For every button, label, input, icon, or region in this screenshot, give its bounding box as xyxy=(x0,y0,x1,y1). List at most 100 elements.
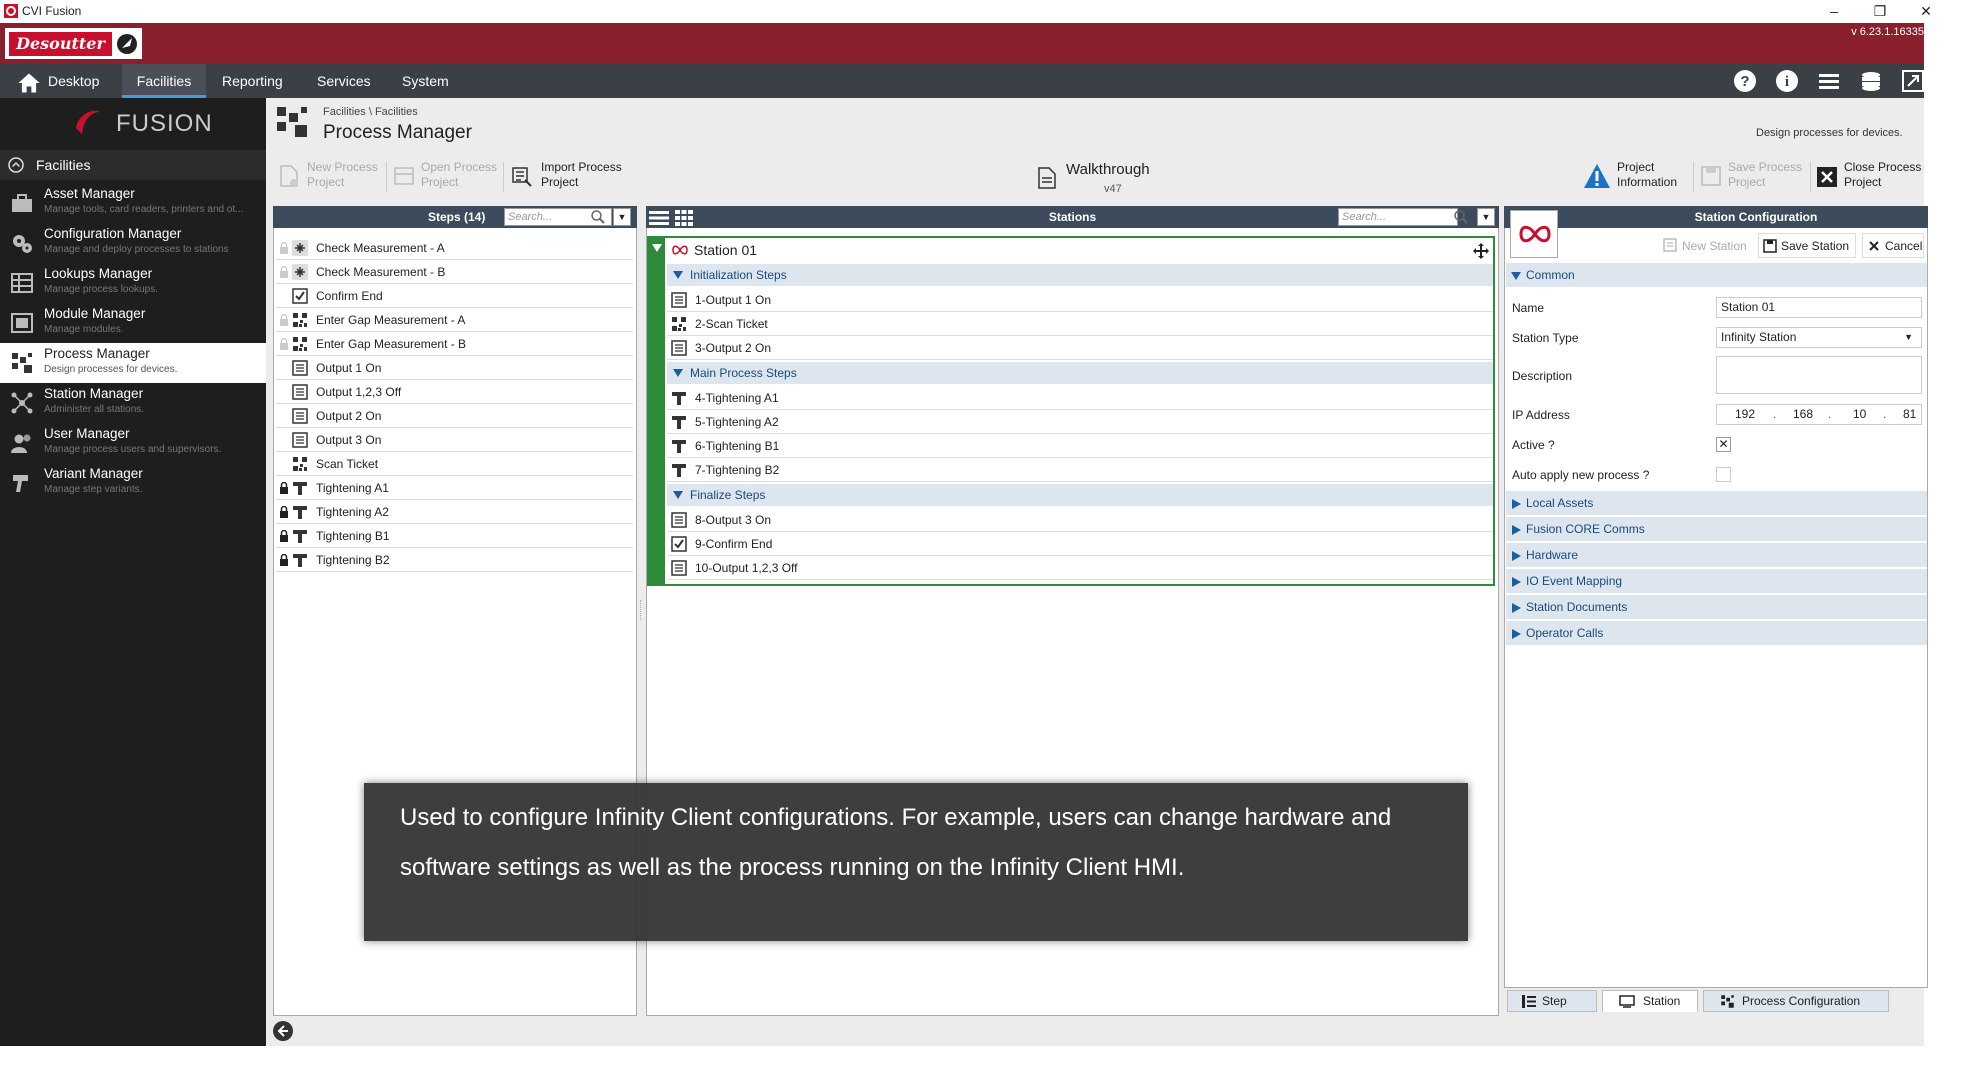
step-list-item[interactable]: Output 2 On xyxy=(276,404,633,428)
station-step-item[interactable]: 6-Tightening B1 xyxy=(667,434,1493,458)
description-field[interactable] xyxy=(1716,356,1922,394)
back-icon[interactable] xyxy=(272,1020,294,1042)
open-process-project-button[interactable]: Open Process Project xyxy=(421,160,501,190)
database-icon[interactable] xyxy=(1858,68,1884,94)
step-group-header[interactable]: Initialization Steps xyxy=(667,264,1493,286)
step-list-item[interactable]: Output 1,2,3 Off xyxy=(276,380,633,404)
close-icon xyxy=(1869,241,1879,251)
splitter-handle[interactable] xyxy=(640,600,643,620)
save-process-project-button[interactable]: Save Process Project xyxy=(1728,160,1808,190)
restore-button[interactable]: ❐ xyxy=(1858,1,1902,21)
nav-reporting[interactable]: Reporting xyxy=(222,64,292,98)
nav-services[interactable]: Services xyxy=(317,64,377,98)
station-step-item[interactable]: 4-Tightening A1 xyxy=(667,386,1493,410)
step-group-header[interactable]: Finalize Steps xyxy=(667,484,1493,506)
project-information-button[interactable]: Project Information xyxy=(1617,160,1687,190)
step-label: Enter Gap Measurement - A xyxy=(316,313,466,327)
sidebar-item-module-manager[interactable]: Module Manager Manage modules. xyxy=(0,303,266,343)
station-step-item[interactable]: 3-Output 2 On xyxy=(667,336,1493,360)
lock-icon xyxy=(280,266,288,278)
nav-facilities[interactable]: Facilities xyxy=(122,64,206,98)
lock-icon xyxy=(280,482,288,494)
step-label: Confirm End xyxy=(316,289,383,303)
fullscreen-icon[interactable] xyxy=(1900,68,1926,94)
move-icon[interactable] xyxy=(1472,242,1490,260)
step-list-item[interactable]: Tightening B1 xyxy=(276,524,633,548)
station-step-item[interactable]: 1-Output 1 On xyxy=(667,288,1493,312)
nav-system[interactable]: System xyxy=(402,64,462,98)
sidebar-section-facilities[interactable]: Facilities xyxy=(0,150,266,180)
name-field[interactable]: Station 01 xyxy=(1716,297,1922,318)
station-type-select[interactable]: Infinity Station ▼ xyxy=(1716,327,1922,348)
section-fusion-core-comms[interactable]: Fusion CORE Comms xyxy=(1506,517,1927,542)
cancel-button[interactable]: Cancel xyxy=(1862,233,1924,258)
active-checkbox[interactable]: ✕ xyxy=(1716,437,1731,452)
project-version: v47 xyxy=(1104,183,1122,195)
ip-address-field[interactable]: 192 . 168 . 10 . 81 xyxy=(1716,404,1922,425)
info-icon[interactable]: i xyxy=(1774,68,1800,94)
station-step-item[interactable]: 9-Confirm End xyxy=(667,532,1493,556)
step-list-item[interactable]: Check Measurement - B xyxy=(276,260,633,284)
step-group-header[interactable]: Main Process Steps xyxy=(667,362,1493,384)
steps-filter-dropdown[interactable]: ▼ xyxy=(613,208,631,226)
menu-icon[interactable] xyxy=(1816,68,1842,94)
briefcase-icon xyxy=(12,194,32,212)
warning-icon[interactable] xyxy=(1582,162,1612,190)
import-process-project-button[interactable]: Import Process Project xyxy=(541,160,631,190)
sidebar-item-variant-manager[interactable]: Variant Manager Manage step variants. xyxy=(0,463,266,503)
section-common[interactable]: Common xyxy=(1506,263,1927,288)
section-io-event-mapping[interactable]: IO Event Mapping xyxy=(1506,569,1927,594)
step-list-item[interactable]: Enter Gap Measurement - B xyxy=(276,332,633,356)
minimize-button[interactable]: – xyxy=(1812,1,1856,21)
section-station-documents[interactable]: Station Documents xyxy=(1506,595,1927,620)
station-step-item[interactable]: 10-Output 1,2,3 Off xyxy=(667,556,1493,580)
sidebar-item-configuration-manager[interactable]: Configuration Manager Manage and deploy … xyxy=(0,223,266,263)
step-list-item[interactable]: Output 3 On xyxy=(276,428,633,452)
tab-process-configuration[interactable]: Process Configuration xyxy=(1703,990,1889,1012)
station-step-item[interactable]: 5-Tightening A2 xyxy=(667,410,1493,434)
step-list-item[interactable]: Tightening B2 xyxy=(276,548,633,572)
sidebar-item-asset-manager[interactable]: Asset Manager Manage tools, card readers… xyxy=(0,183,266,223)
new-station-icon xyxy=(1663,238,1677,252)
stations-filter-dropdown[interactable]: ▼ xyxy=(1477,208,1495,226)
search-icon[interactable] xyxy=(590,209,606,225)
step-list-item[interactable]: Enter Gap Measurement - A xyxy=(276,308,633,332)
sidebar-item-process-manager[interactable]: Process Manager Design processes for dev… xyxy=(0,343,266,383)
save-station-button[interactable]: Save Station xyxy=(1758,233,1856,258)
station-step-item[interactable]: 7-Tightening B2 xyxy=(667,458,1493,482)
help-icon[interactable]: ? xyxy=(1732,68,1758,94)
tab-station[interactable]: Station xyxy=(1602,990,1698,1012)
process-manager-icon xyxy=(277,107,307,137)
grid-view-icon[interactable] xyxy=(675,210,693,226)
station-step-label: 2-Scan Ticket xyxy=(695,317,768,331)
sidebar-item-lookups-manager[interactable]: Lookups Manager Manage process lookups. xyxy=(0,263,266,303)
output-icon xyxy=(671,512,687,528)
tab-step[interactable]: Step xyxy=(1507,990,1597,1012)
close-window-button[interactable]: ✕ xyxy=(1904,1,1948,21)
auto-apply-checkbox[interactable] xyxy=(1716,467,1731,482)
station-step-item[interactable]: 8-Output 3 On xyxy=(667,508,1493,532)
list-view-icon[interactable] xyxy=(649,210,669,226)
step-list-item[interactable]: Confirm End xyxy=(276,284,633,308)
step-list-item[interactable]: Tightening A1 xyxy=(276,476,633,500)
step-label: Output 2 On xyxy=(316,409,382,423)
new-process-project-button[interactable]: New Process Project xyxy=(307,160,387,190)
section-hardware[interactable]: Hardware xyxy=(1506,543,1927,568)
search-icon[interactable] xyxy=(1453,209,1469,225)
section-local-assets[interactable]: Local Assets xyxy=(1506,491,1927,516)
station-collapse-icon[interactable] xyxy=(651,242,663,254)
station-step-item[interactable]: 2-Scan Ticket xyxy=(667,312,1493,336)
sidebar-item-user-manager[interactable]: User Manager Manage process users and su… xyxy=(0,423,266,463)
sidebar-item-station-manager[interactable]: Station Manager Administer all stations. xyxy=(0,383,266,423)
section-operator-calls[interactable]: Operator Calls xyxy=(1506,621,1927,646)
step-list-item[interactable]: Scan Ticket xyxy=(276,452,633,476)
stations-search-input[interactable]: Search... xyxy=(1338,208,1458,226)
close-process-project-button[interactable]: Close Process Project xyxy=(1844,160,1924,190)
station-name[interactable]: Station 01 xyxy=(694,242,757,258)
step-list-item[interactable]: Output 1 On xyxy=(276,356,633,380)
new-station-button[interactable]: New Station xyxy=(1682,239,1747,253)
output-icon xyxy=(671,560,687,576)
step-list-item[interactable]: Check Measurement - A xyxy=(276,236,633,260)
step-list-item[interactable]: Tightening A2 xyxy=(276,500,633,524)
nav-desktop[interactable]: Desktop xyxy=(48,64,116,98)
